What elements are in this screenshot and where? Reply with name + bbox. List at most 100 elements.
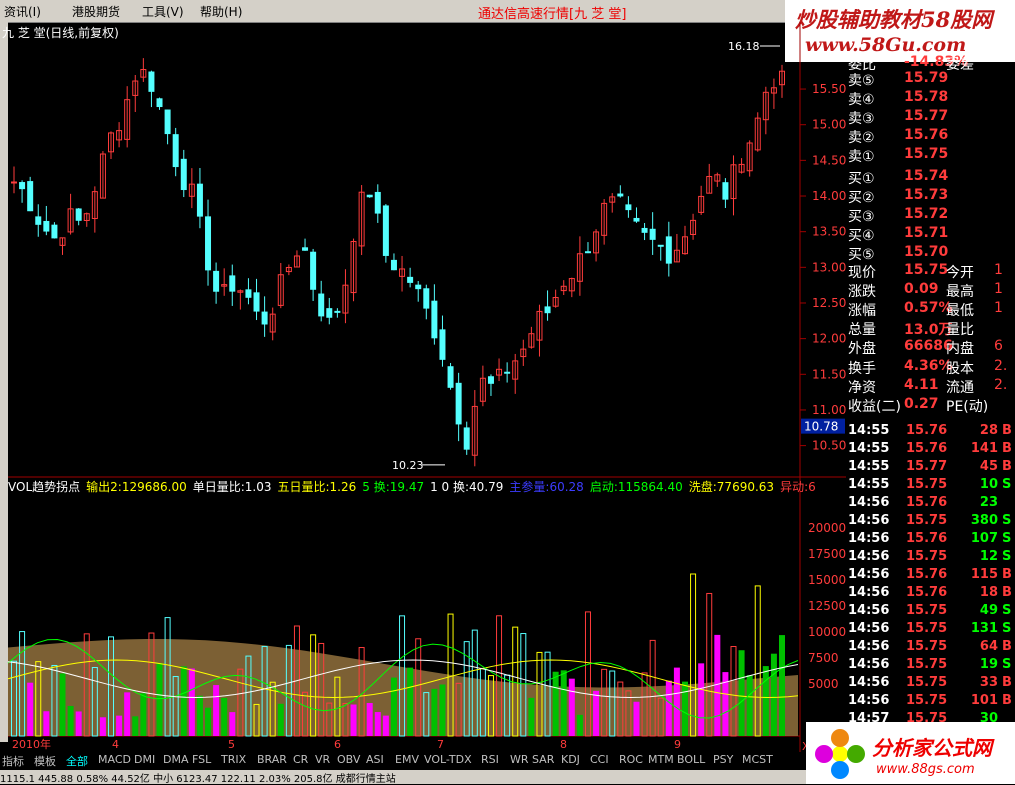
volume-bar bbox=[762, 666, 769, 736]
volume-bar bbox=[576, 714, 583, 736]
tick-row: 14:55 15.76 141 B bbox=[846, 441, 1015, 459]
tick-price: 15.76 bbox=[906, 531, 948, 546]
tab-16[interactable]: WR bbox=[510, 753, 529, 766]
tick-side: B bbox=[1002, 441, 1012, 456]
volume-bar bbox=[67, 705, 74, 736]
volume-tick-label: 20000 bbox=[808, 521, 846, 535]
tick-time: 14:56 bbox=[848, 693, 890, 708]
stock-title: 九 芝 堂(日线,前复权) bbox=[2, 26, 119, 40]
tick-time: 14:56 bbox=[848, 603, 890, 618]
tick-volume: 131 bbox=[970, 621, 998, 636]
tick-price: 15.75 bbox=[906, 477, 948, 492]
tick-price: 15.75 bbox=[906, 693, 948, 708]
quote-panel: 委比 -14.83% 委差 卖⑤ 15.79 卖④ 15.78 卖③ 15.77 卖② 15.76 卖… bbox=[846, 54, 1015, 422]
quote-label: 涨跌 bbox=[848, 284, 876, 300]
logo-text: 分析家公式网 bbox=[872, 736, 992, 760]
indicator-header: VOL趋势拐点 输出2:129686.00 单日量比:1.03 五日量比:1.26 5 … bbox=[8, 478, 822, 495]
quote-label: 卖⑤ bbox=[848, 73, 875, 89]
tab-12[interactable]: ASI bbox=[366, 753, 384, 766]
tick-time: 14:55 bbox=[848, 459, 890, 474]
candle-body bbox=[487, 376, 494, 384]
tick-price: 15.75 bbox=[906, 621, 948, 636]
quote-value: 15.73 bbox=[904, 187, 949, 203]
tab-15[interactable]: RSI bbox=[481, 753, 499, 766]
volume-bar bbox=[746, 675, 753, 736]
menu-item-info[interactable]: 资讯(I) bbox=[4, 3, 41, 20]
tick-volume: 64 bbox=[979, 639, 998, 654]
candle-body bbox=[196, 183, 203, 217]
tab-10[interactable]: VR bbox=[315, 753, 330, 766]
tab-14[interactable]: VOL-TDX bbox=[424, 753, 472, 766]
candle-body bbox=[164, 109, 171, 135]
quote-row: 现价 15.75 今开 1 bbox=[846, 262, 1015, 281]
tick-time: 14:55 bbox=[848, 423, 890, 438]
tab-11[interactable]: OBV bbox=[337, 753, 360, 766]
quote-value: 15.78 bbox=[904, 89, 949, 105]
tab-24[interactable]: MCST bbox=[742, 753, 773, 766]
quote-row: 卖② 15.76 bbox=[846, 127, 1015, 146]
tab-8[interactable]: BRAR bbox=[257, 753, 287, 766]
tick-time: 14:56 bbox=[848, 621, 890, 636]
tab-19[interactable]: CCI bbox=[590, 753, 609, 766]
tab-1[interactable]: 模板 bbox=[34, 753, 56, 769]
quote-value-2: 1 bbox=[994, 300, 1003, 316]
candle-body bbox=[657, 244, 664, 247]
quote-row: 总量 13.0万 量比 bbox=[846, 319, 1015, 338]
quote-row: 卖④ 15.78 bbox=[846, 89, 1015, 108]
tab-18[interactable]: KDJ bbox=[561, 753, 580, 766]
quote-row: 卖③ 15.77 bbox=[846, 108, 1015, 127]
tick-side: S bbox=[1002, 621, 1012, 636]
tick-time: 14:55 bbox=[848, 477, 890, 492]
quote-label: 买④ bbox=[848, 228, 875, 244]
tab-20[interactable]: ROC bbox=[619, 753, 643, 766]
tick-price: 15.76 bbox=[906, 423, 948, 438]
candle-body bbox=[261, 311, 268, 325]
candle-body bbox=[374, 191, 381, 214]
volume-bar bbox=[221, 697, 228, 736]
tab-5[interactable]: DMA bbox=[163, 753, 189, 766]
quote-label: 总量 bbox=[848, 322, 876, 338]
tick-volume: 141 bbox=[970, 441, 998, 456]
tab-23[interactable]: PSY bbox=[713, 753, 733, 766]
tick-volume: 49 bbox=[979, 603, 998, 618]
tick-time: 14:56 bbox=[848, 657, 890, 672]
price-tick-label: 12.00 bbox=[812, 332, 846, 346]
tick-row: 14:56 15.76 115 B bbox=[846, 567, 1015, 585]
x-axis-label: 9 bbox=[674, 738, 681, 751]
candle-body bbox=[205, 216, 212, 271]
tab-17[interactable]: SAR bbox=[532, 753, 554, 766]
tick-side: B bbox=[1002, 639, 1012, 654]
price-tick-label: 11.00 bbox=[812, 403, 846, 417]
tick-price: 15.76 bbox=[906, 585, 948, 600]
candle-body bbox=[641, 227, 648, 233]
tab-4[interactable]: DMI bbox=[134, 753, 155, 766]
tab-3[interactable]: MACD bbox=[98, 753, 131, 766]
volume-bar bbox=[407, 667, 414, 736]
candle-body bbox=[366, 194, 373, 198]
menu-item-tools[interactable]: 工具(V) bbox=[142, 3, 184, 20]
tick-side: B bbox=[1002, 423, 1012, 438]
volume-bar bbox=[180, 666, 187, 736]
volume-bar bbox=[205, 707, 212, 736]
tick-price: 15.75 bbox=[906, 675, 948, 690]
quote-label: 净资 bbox=[848, 380, 876, 396]
tab-7[interactable]: TRIX bbox=[221, 753, 246, 766]
menu-item-help[interactable]: 帮助(H) bbox=[200, 3, 242, 20]
tab-2[interactable]: 全部 bbox=[66, 753, 88, 769]
volume-bar bbox=[99, 717, 106, 736]
quote-row: 收益(二) 0.27 PE(动) bbox=[846, 396, 1015, 415]
quote-row: 涨跌 0.09 最高 1 bbox=[846, 281, 1015, 300]
candle-body bbox=[11, 181, 17, 184]
tab-22[interactable]: BOLL bbox=[677, 753, 705, 766]
tab-0[interactable]: 指标 bbox=[2, 753, 24, 769]
x-axis-label: 5 bbox=[228, 738, 235, 751]
quote-label: 买③ bbox=[848, 209, 875, 225]
menu-item-hk-futures[interactable]: 港股期货 bbox=[72, 3, 120, 20]
tick-row: 14:55 15.75 10 S bbox=[846, 477, 1015, 495]
volume-bar bbox=[59, 673, 66, 736]
tab-9[interactable]: CR bbox=[293, 753, 308, 766]
tab-13[interactable]: EMV bbox=[395, 753, 419, 766]
tab-6[interactable]: FSL bbox=[192, 753, 211, 766]
quote-value: 15.75 bbox=[904, 146, 949, 162]
tab-21[interactable]: MTM bbox=[648, 753, 674, 766]
